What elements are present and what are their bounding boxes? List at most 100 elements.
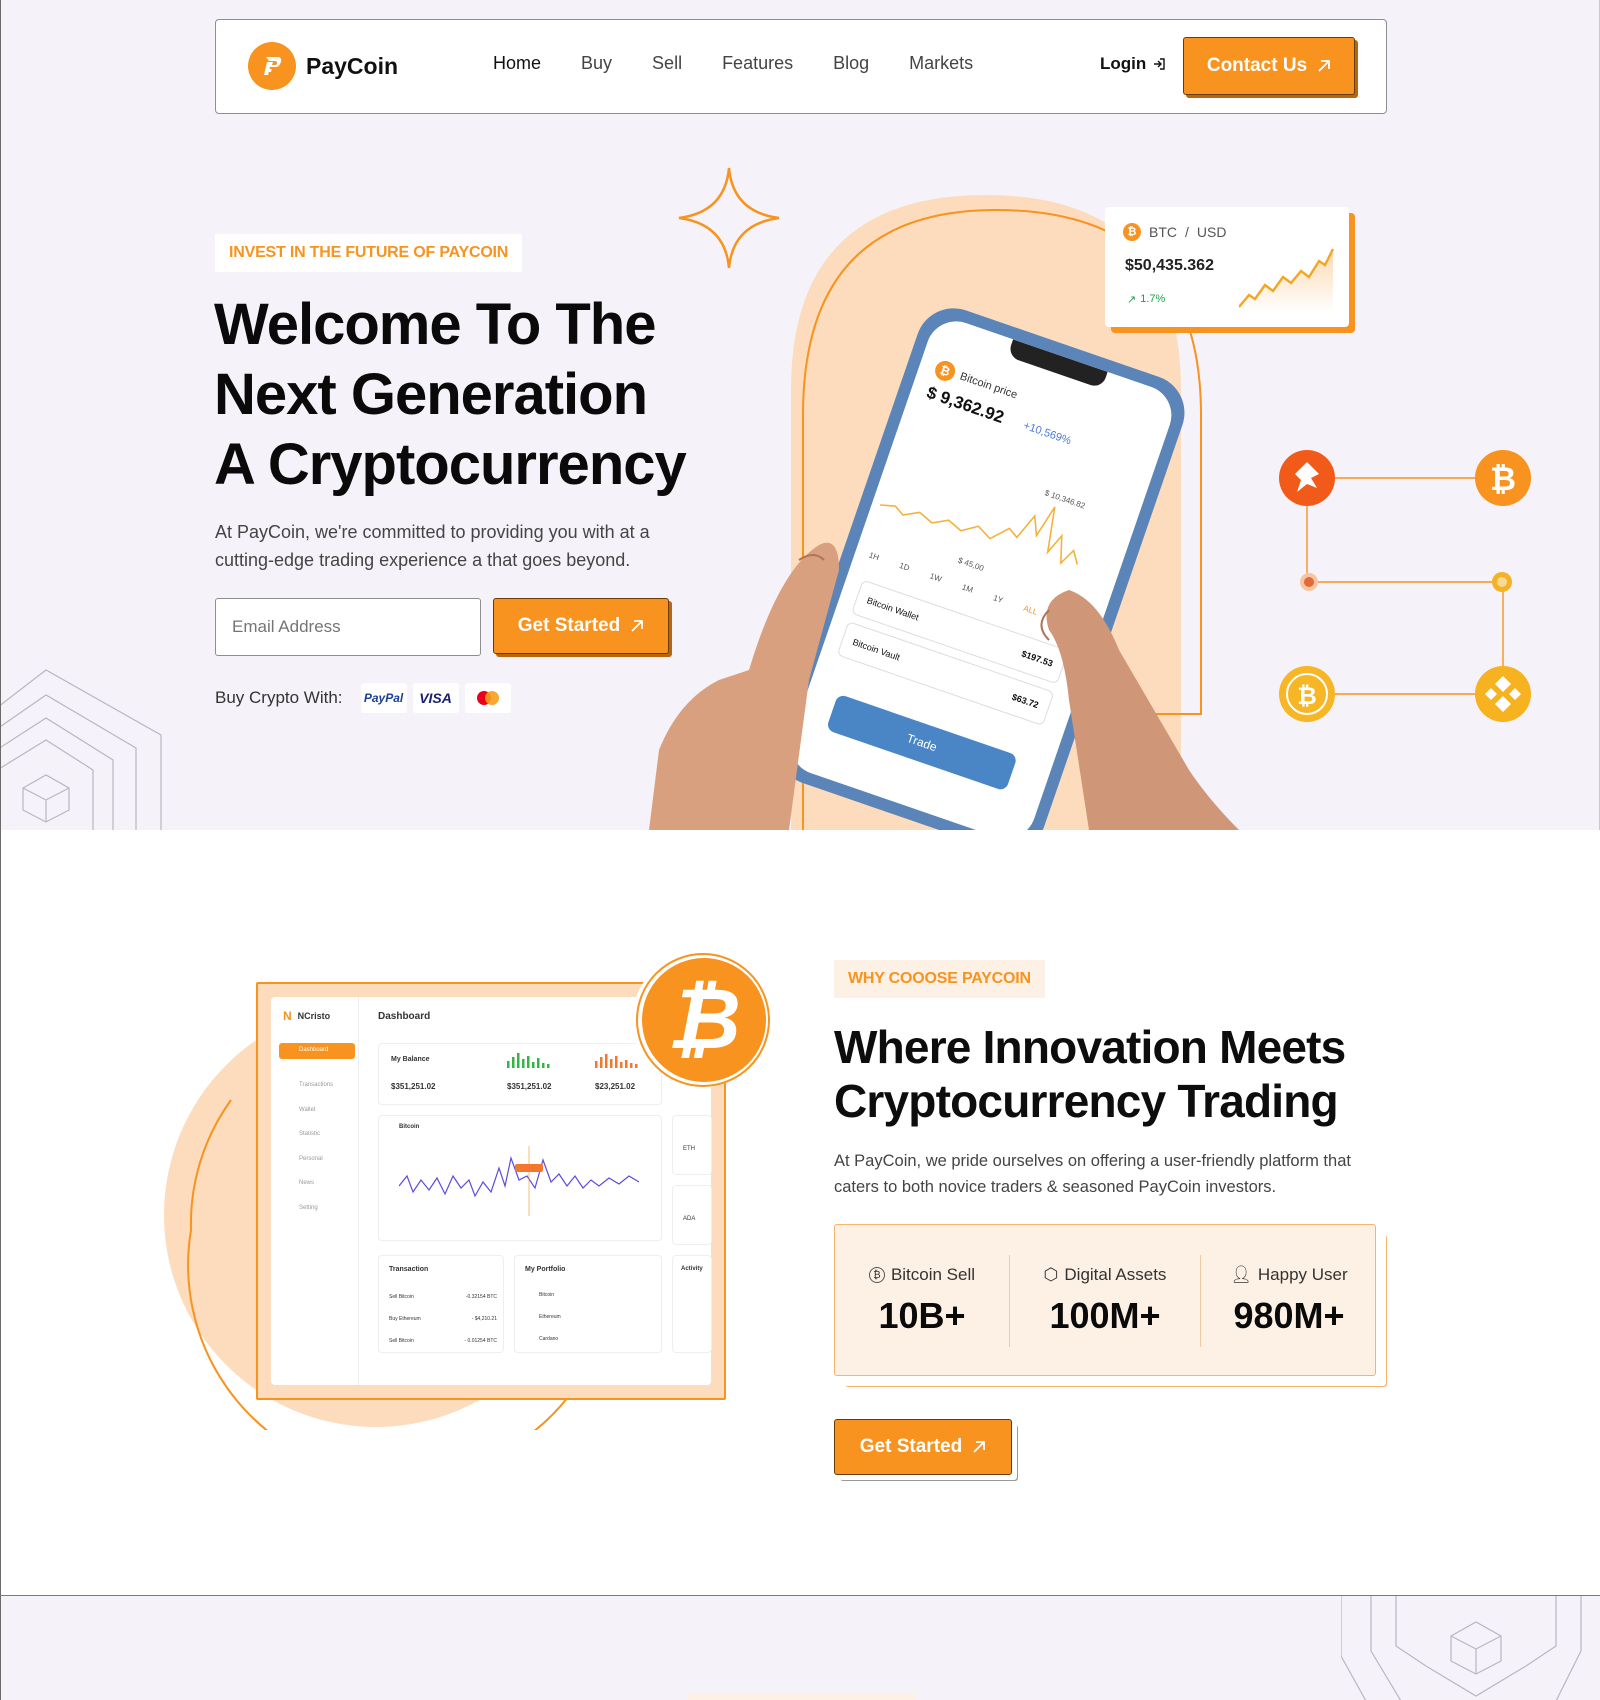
- logo[interactable]: PayCoin: [248, 42, 398, 90]
- stat-label: Digital Assets: [1064, 1265, 1167, 1284]
- transaction-row[interactable]: Buy Ethereum - $4,210.21: [389, 1308, 497, 1330]
- income-bars: [507, 1053, 550, 1068]
- activity-card: Activity: [672, 1255, 712, 1353]
- dashboard-brand: NCristo: [297, 1011, 331, 1021]
- svg-text:₿: ₿: [667, 972, 741, 1066]
- bitcoin-icon: ₿: [868, 1267, 885, 1283]
- contact-us-label: Contact Us: [1206, 55, 1308, 76]
- svg-text:₿: ₿: [1297, 683, 1317, 710]
- paypal-icon: PayPal: [360, 683, 407, 713]
- get-started-label: Get Started: [517, 615, 621, 636]
- stat-happy-user: 👤︎ Happy User 980M+: [1201, 1265, 1377, 1337]
- arrow-up-right-icon: [973, 1441, 986, 1453]
- portfolio-label: My Portfolio: [525, 1266, 566, 1273]
- bitcoin-line-chart: [399, 1146, 640, 1216]
- dashboard-menu-item[interactable]: Transactions: [299, 1073, 333, 1098]
- pair-separator: /: [1185, 224, 1189, 240]
- buy-crypto-with: Buy Crypto With: PayPal VISA: [215, 683, 511, 713]
- balance-label: My Balance: [391, 1056, 430, 1063]
- mastercard-icon: [464, 683, 511, 713]
- dashboard-menu-item[interactable]: News: [299, 1171, 333, 1196]
- phone-change: +10,569%: [1021, 419, 1073, 448]
- svg-text:₿: ₿: [1490, 461, 1516, 497]
- stat-value: 10B+: [878, 1295, 966, 1336]
- stat-label: Happy User: [1257, 1265, 1348, 1284]
- total-balance: $351,251.02: [391, 1082, 436, 1091]
- dashboard-menu-item[interactable]: Personal: [299, 1147, 333, 1172]
- paycoin-logo-icon: [248, 42, 296, 90]
- ticker-sparkline: [1239, 248, 1335, 313]
- buy-with-label: Buy Crypto With:: [215, 688, 343, 707]
- chart-label: Bitcoin: [399, 1124, 420, 1130]
- next-section: [0, 1595, 1600, 1700]
- transaction-row[interactable]: Sell Bitcoin -0.32154 BTC: [389, 1286, 497, 1308]
- dashboard-menu-item[interactable]: Statistic: [299, 1122, 333, 1147]
- hero-eyebrow: INVEST IN THE FUTURE OF PAYCOIN: [215, 234, 523, 272]
- stat-value: 100M+: [1049, 1295, 1161, 1336]
- why-eyebrow: WHY COOOSE PAYCOIN: [834, 960, 1045, 998]
- transaction-label: Transaction: [389, 1266, 429, 1273]
- hexagon-decoration: [1, 669, 162, 830]
- portfolio-item[interactable]: Bitcoin: [539, 1284, 561, 1306]
- stat-label: Bitcoin Sell: [890, 1265, 976, 1284]
- user-icon: 👤︎: [1230, 1265, 1252, 1284]
- dashboard-menu-item[interactable]: Setting: [299, 1196, 333, 1221]
- nav-markets[interactable]: Markets: [909, 53, 973, 74]
- get-started-label: Get Started: [859, 1436, 963, 1457]
- arrow-up-right-icon: [631, 620, 644, 632]
- brand-name: PayCoin: [306, 52, 399, 79]
- why-subtitle: At PayCoin, we pride ourselves on offeri…: [834, 1152, 1351, 1196]
- nav-buy[interactable]: Buy: [581, 53, 612, 74]
- dashboard-sidebar: N NCristo Dashboard Transactions Wallet …: [271, 997, 359, 1385]
- hero-subtitle: At PayCoin, we're committed to providing…: [215, 522, 650, 570]
- pair-quote: USD: [1196, 224, 1227, 240]
- hero-title-line-1: Welcome To The: [214, 292, 656, 357]
- ticker-change: 1.7%: [1140, 293, 1166, 305]
- login-label: Login: [1100, 54, 1147, 73]
- main-menu: Home Buy Sell Features Blog Markets: [493, 53, 973, 74]
- email-input[interactable]: [215, 598, 481, 656]
- transaction-row[interactable]: Sell Bitcoin - 0.01254 BTC: [389, 1330, 497, 1352]
- nav-features[interactable]: Features: [722, 53, 793, 74]
- why-title-line-1: Where Innovation Meets: [834, 1021, 1346, 1073]
- nav-blog[interactable]: Blog: [833, 53, 869, 74]
- portfolio-item[interactable]: Cardano: [539, 1328, 561, 1350]
- portfolio-card: My Portfolio Bitcoin Ethereum Cardano: [514, 1255, 662, 1353]
- next-section-eyebrow: [687, 1694, 915, 1700]
- visa-icon: VISA: [412, 683, 459, 713]
- side-eth-card: ETH: [672, 1115, 712, 1175]
- hero-title-line-3: A Cryptocurrency: [214, 432, 687, 497]
- hexagon-decoration: [1341, 1596, 1582, 1700]
- nav-home[interactable]: Home: [493, 53, 541, 74]
- bitcoin-chart-card: Bitcoin: [378, 1115, 662, 1241]
- side-ada-card: ADA: [672, 1185, 712, 1245]
- why-choose-section: [0, 830, 1600, 1595]
- bitcoin-coin-icon: ₿: [632, 952, 770, 1088]
- pair-base: BTC: [1149, 224, 1177, 240]
- top-navbar: PayCoin Home Buy Sell Features Blog Mark…: [215, 19, 1387, 114]
- bitcoin-icon: ₿: [932, 358, 958, 384]
- payment-methods: PayPal VISA: [360, 683, 511, 713]
- hero-section: PayCoin Home Buy Sell Features Blog Mark…: [0, 0, 1600, 862]
- income-value: $351,251.02: [507, 1082, 552, 1091]
- hand-illustration: [649, 542, 1239, 830]
- dashboard-menu-active[interactable]: Dashboard: [279, 1043, 355, 1059]
- box-icon: ⬡: [1043, 1265, 1059, 1284]
- nav-sell[interactable]: Sell: [652, 53, 682, 74]
- why-title: Where Innovation Meets Cryptocurrency Tr…: [834, 1020, 1394, 1128]
- contact-us-button[interactable]: Contact Us: [1183, 37, 1355, 95]
- arrow-up-right-icon: [1318, 60, 1331, 72]
- btc-usd-ticker-card: ₿ BTC / USD $50,435.362 ↗ 1.7%: [1105, 207, 1349, 327]
- hero-get-started-button[interactable]: Get Started: [493, 598, 669, 654]
- dashboard-menu-item[interactable]: Wallet: [299, 1098, 333, 1123]
- why-title-line-2: Cryptocurrency Trading: [834, 1075, 1339, 1127]
- transaction-card: Transaction Sell Bitcoin -0.32154 BTC Buy…: [378, 1255, 504, 1353]
- sparkle-icon: [678, 167, 780, 269]
- portfolio-item[interactable]: Ethereum: [539, 1306, 561, 1328]
- balance-card: My Balance $351,251.02 $351,251.02 $23,2…: [378, 1043, 662, 1105]
- stat-value: 980M+: [1233, 1295, 1345, 1336]
- bitcoin-icon: ₿: [1123, 223, 1141, 241]
- login-icon: [1154, 58, 1165, 70]
- login-link[interactable]: Login: [1100, 54, 1166, 74]
- why-get-started-button[interactable]: Get Started: [834, 1419, 1012, 1475]
